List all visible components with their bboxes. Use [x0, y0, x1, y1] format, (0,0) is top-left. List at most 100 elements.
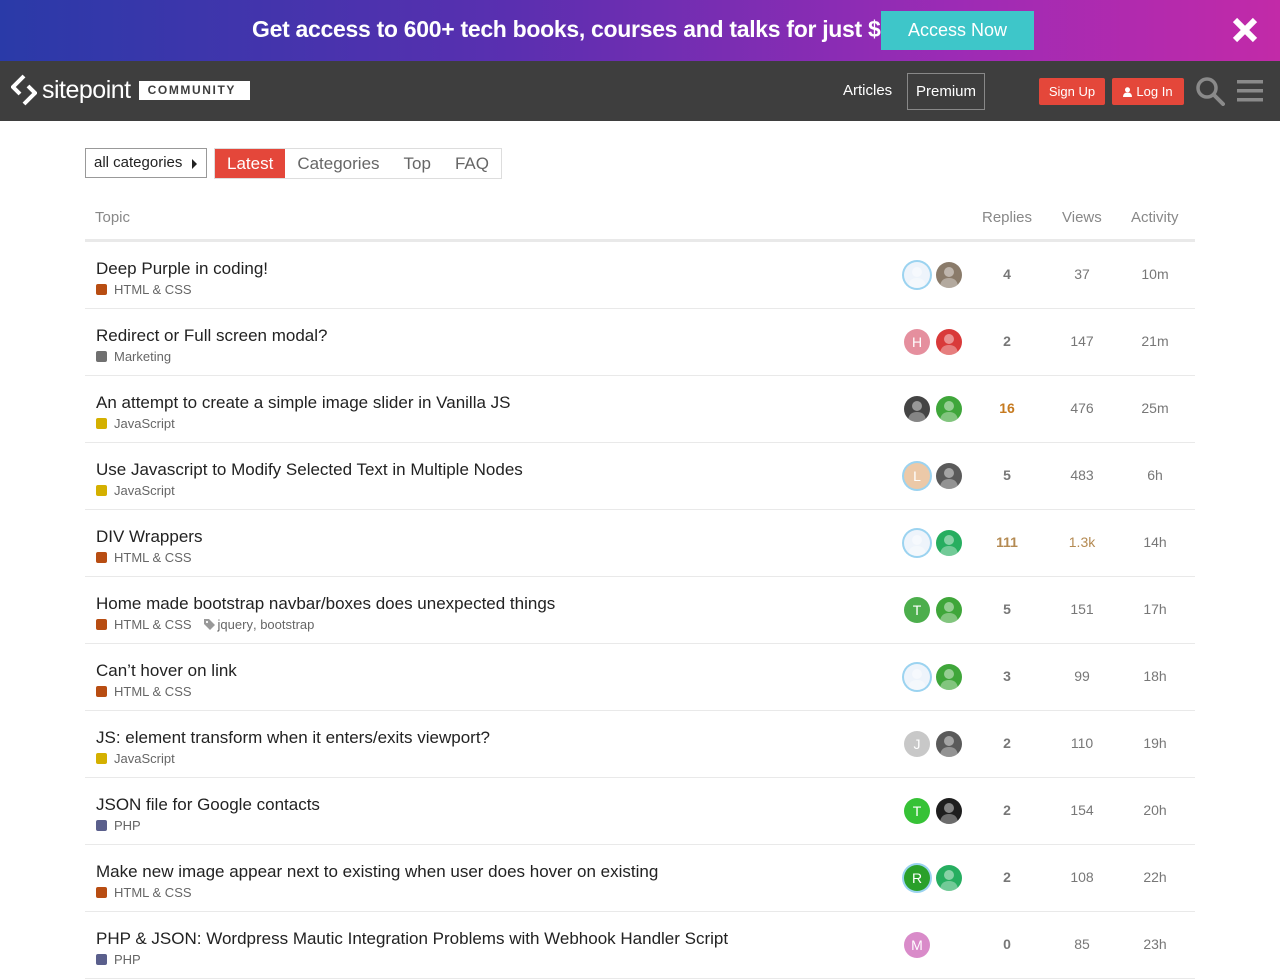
topic-tag[interactable]: jquery: [218, 617, 253, 632]
column-header-activity[interactable]: Activity: [1131, 209, 1179, 226]
avatar[interactable]: [936, 664, 962, 690]
reply-count[interactable]: 16: [967, 400, 1047, 416]
activity-time[interactable]: 20h: [1115, 802, 1195, 818]
hamburger-menu-icon[interactable]: [1237, 77, 1263, 105]
avatar[interactable]: [904, 262, 930, 288]
table-row[interactable]: Can’t hover on link HTML & CSS 3 99 18h: [85, 644, 1195, 711]
avatar[interactable]: [936, 530, 962, 556]
topic-category-link[interactable]: HTML & CSS: [114, 684, 192, 699]
avatar[interactable]: [904, 530, 930, 556]
avatar[interactable]: T: [904, 798, 930, 824]
avatar[interactable]: R: [904, 865, 930, 891]
avatar[interactable]: [936, 396, 962, 422]
reply-count[interactable]: 4: [967, 266, 1047, 282]
access-now-button[interactable]: Access Now: [881, 11, 1034, 50]
nav-articles-link[interactable]: Articles: [843, 82, 892, 99]
tab-faq[interactable]: FAQ: [443, 149, 501, 178]
column-header-views[interactable]: Views: [1062, 209, 1102, 226]
table-row[interactable]: Make new image appear next to existing w…: [85, 845, 1195, 912]
activity-time[interactable]: 17h: [1115, 601, 1195, 617]
avatar[interactable]: [936, 865, 962, 891]
topic-category-link[interactable]: JavaScript: [114, 416, 175, 431]
reply-count[interactable]: 2: [967, 333, 1047, 349]
table-row[interactable]: An attempt to create a simple image slid…: [85, 376, 1195, 443]
topic-category-link[interactable]: Marketing: [114, 349, 171, 364]
topic-title-link[interactable]: Deep Purple in coding!: [96, 259, 268, 279]
avatar[interactable]: [936, 262, 962, 288]
topic-title-link[interactable]: JSON file for Google contacts: [96, 795, 320, 815]
avatar[interactable]: T: [904, 597, 930, 623]
table-row[interactable]: Deep Purple in coding! HTML & CSS 4 37 10m: [85, 242, 1195, 309]
avatar[interactable]: [936, 597, 962, 623]
reply-count[interactable]: 5: [967, 467, 1047, 483]
avatar[interactable]: [936, 798, 962, 824]
avatar[interactable]: [936, 329, 962, 355]
topic-title-link[interactable]: Use Javascript to Modify Selected Text i…: [96, 460, 523, 480]
tab-categories[interactable]: Categories: [285, 149, 391, 178]
topic-category-link[interactable]: HTML & CSS: [114, 550, 192, 565]
avatar[interactable]: [904, 664, 930, 690]
table-row[interactable]: Use Javascript to Modify Selected Text i…: [85, 443, 1195, 510]
activity-time[interactable]: 21m: [1115, 333, 1195, 349]
table-row[interactable]: PHP & JSON: Wordpress Mautic Integration…: [85, 912, 1195, 979]
topic-title-link[interactable]: DIV Wrappers: [96, 527, 202, 547]
topic-category-link[interactable]: JavaScript: [114, 483, 175, 498]
avatar[interactable]: [904, 396, 930, 422]
poster-avatars: T: [903, 597, 965, 625]
topic-title-link[interactable]: Redirect or Full screen modal?: [96, 326, 327, 346]
reply-count[interactable]: 2: [967, 802, 1047, 818]
reply-count[interactable]: 111: [967, 534, 1047, 550]
topic-title-link[interactable]: PHP & JSON: Wordpress Mautic Integration…: [96, 929, 728, 949]
activity-time[interactable]: 22h: [1115, 869, 1195, 885]
reply-count[interactable]: 2: [967, 735, 1047, 751]
topic-category-link[interactable]: HTML & CSS: [114, 282, 192, 297]
activity-time[interactable]: 10m: [1115, 266, 1195, 282]
topic-category-link[interactable]: HTML & CSS: [114, 885, 192, 900]
table-row[interactable]: JS: element transform when it enters/exi…: [85, 711, 1195, 778]
activity-time[interactable]: 25m: [1115, 400, 1195, 416]
table-row[interactable]: DIV Wrappers HTML & CSS 111 1.3k 14h: [85, 510, 1195, 577]
nav-premium-link[interactable]: Premium: [907, 73, 985, 110]
topic-title-link[interactable]: Make new image appear next to existing w…: [96, 862, 658, 882]
column-header-topic[interactable]: Topic: [95, 209, 130, 226]
topic-category-link[interactable]: PHP: [114, 818, 141, 833]
reply-count[interactable]: 0: [967, 936, 1047, 952]
topic-category-link[interactable]: JavaScript: [114, 751, 175, 766]
sign-up-button[interactable]: Sign Up: [1039, 78, 1105, 105]
site-logo[interactable]: sitepoint COMMUNITY: [11, 74, 251, 106]
topic-title-link[interactable]: JS: element transform when it enters/exi…: [96, 728, 490, 748]
tab-latest[interactable]: Latest: [215, 149, 286, 178]
avatar[interactable]: M: [904, 932, 930, 958]
activity-time[interactable]: 18h: [1115, 668, 1195, 684]
table-row[interactable]: JSON file for Google contacts PHP T 2 154 20h: [85, 778, 1195, 845]
log-in-button[interactable]: Log In: [1112, 78, 1184, 105]
category-color-badge: [96, 351, 107, 362]
tab-top[interactable]: Top: [392, 149, 443, 178]
reply-count[interactable]: 2: [967, 869, 1047, 885]
activity-time[interactable]: 6h: [1115, 467, 1195, 483]
activity-time[interactable]: 19h: [1115, 735, 1195, 751]
avatar[interactable]: L: [904, 463, 930, 489]
avatar[interactable]: H: [904, 329, 930, 355]
search-icon[interactable]: [1195, 76, 1225, 106]
avatar[interactable]: [936, 463, 962, 489]
activity-time[interactable]: 23h: [1115, 936, 1195, 952]
topic-tag[interactable]: bootstrap: [260, 617, 314, 632]
topic-title-link[interactable]: Home made bootstrap navbar/boxes does un…: [96, 594, 555, 614]
logo-wordmark: sitepoint: [42, 75, 131, 104]
close-icon[interactable]: [1229, 14, 1261, 46]
topic-title-link[interactable]: Can’t hover on link: [96, 661, 237, 681]
category-dropdown[interactable]: all categories: [85, 148, 207, 178]
avatar[interactable]: [936, 731, 962, 757]
reply-count[interactable]: 5: [967, 601, 1047, 617]
column-header-replies[interactable]: Replies: [982, 209, 1032, 226]
reply-count[interactable]: 3: [967, 668, 1047, 684]
table-row[interactable]: Home made bootstrap navbar/boxes does un…: [85, 577, 1195, 644]
topic-category-link[interactable]: HTML & CSS: [114, 617, 192, 632]
tag-icon: [203, 619, 215, 630]
avatar[interactable]: J: [904, 731, 930, 757]
view-count: 151: [1070, 601, 1094, 617]
table-row[interactable]: Redirect or Full screen modal? Marketing H…: [85, 309, 1195, 376]
topic-title-link[interactable]: An attempt to create a simple image slid…: [96, 393, 511, 413]
activity-time[interactable]: 14h: [1115, 534, 1195, 550]
